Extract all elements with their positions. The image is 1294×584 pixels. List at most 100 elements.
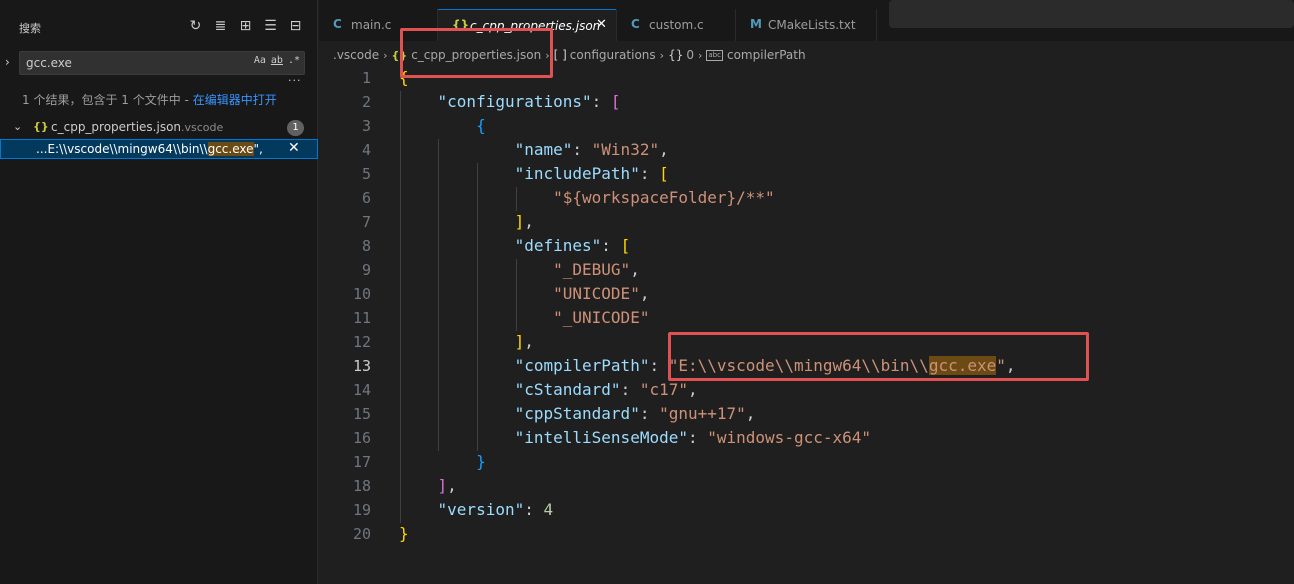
close-tab-icon[interactable]: ✕ [596, 17, 607, 32]
result-summary: 1 个结果，包含于 1 个文件中 - 在编辑器中打开 [22, 91, 277, 108]
new-search-editor-icon[interactable]: ⊞ [237, 17, 254, 34]
code-token: , [630, 260, 640, 279]
json-file-icon: {} [33, 120, 49, 133]
search-input[interactable] [26, 54, 226, 72]
array-icon: [ ] [553, 48, 567, 62]
breadcrumb-array[interactable]: configurations [570, 48, 656, 62]
code-line-content: "cppStandard": "gnu++17", [399, 404, 756, 423]
clear-results-icon[interactable]: ≣ [212, 17, 229, 34]
breadcrumb-object[interactable]: 0 [686, 48, 694, 62]
code-token: "windows-gcc-x64" [707, 428, 872, 447]
code-line[interactable]: 9 "_DEBUG", [319, 259, 1294, 283]
code-token: : [524, 500, 544, 519]
tab-label: custom.c [649, 18, 704, 32]
code-line-content: "includePath": [ [399, 164, 669, 183]
code-token: [ [659, 164, 669, 183]
code-line-content: "cStandard": "c17", [399, 380, 698, 399]
code-line[interactable]: 7 ], [319, 211, 1294, 235]
code-line[interactable]: 14 "cStandard": "c17", [319, 379, 1294, 403]
tab-custom-c[interactable]: C custom.c [617, 9, 735, 41]
search-details-toggle[interactable]: ··· [288, 74, 302, 87]
match-whole-word-icon[interactable]: ab [271, 55, 283, 66]
code-token: "name" [514, 140, 573, 159]
match-suffix: ", [253, 142, 263, 156]
code-line[interactable]: 16 "intelliSenseMode": "windows-gcc-x64" [319, 427, 1294, 451]
code-line[interactable]: 5 "includePath": [ [319, 163, 1294, 187]
code-token: "cStandard" [514, 380, 621, 399]
sidebar-header: 搜索 ↻ ≣ ⊞ ☰ ⊟ [0, 0, 318, 54]
chevron-down-icon[interactable]: ⌄ [13, 120, 22, 133]
line-number: 12 [352, 333, 371, 351]
code-line[interactable]: 4 "name": "Win32", [319, 139, 1294, 163]
code-token: "gnu++17" [659, 404, 746, 423]
code-line-content: ], [399, 212, 534, 231]
code-line[interactable]: 3 { [319, 115, 1294, 139]
code-line-content: "version": 4 [399, 500, 554, 519]
code-token: "UNICODE" [553, 284, 640, 303]
code-token: "cppStandard" [514, 404, 640, 423]
code-line[interactable]: 18 ], [319, 475, 1294, 499]
result-file-row[interactable]: ⌄ {} c_cpp_properties.json .vscode 1 [0, 117, 318, 139]
code-token: } [476, 452, 486, 471]
string-property-icon: abc [706, 49, 723, 61]
result-count-badge: 1 [287, 120, 304, 136]
toggle-replace-chevron-icon[interactable]: › [5, 55, 17, 71]
tab-cmakelists[interactable]: M CMakeLists.txt [736, 9, 876, 41]
code-line[interactable]: 2 "configurations": [ [319, 91, 1294, 115]
code-editor[interactable]: 1{2 "configurations": [3 {4 "name": "Win… [319, 67, 1294, 584]
code-token: "compilerPath" [514, 356, 650, 375]
breadcrumb-chevron-icon: › [383, 48, 388, 62]
code-line[interactable]: 17 } [319, 451, 1294, 475]
code-line-content: } [399, 452, 486, 471]
code-token: "defines" [514, 236, 602, 255]
search-box: Aa ab .* [19, 51, 305, 75]
code-line[interactable]: 11 "_UNICODE" [319, 307, 1294, 331]
code-token: : [687, 428, 708, 447]
result-file-name: c_cpp_properties.json [51, 120, 182, 134]
breadcrumb-folder[interactable]: .vscode [333, 48, 379, 62]
open-in-editor-link[interactable]: 在编辑器中打开 [193, 93, 277, 107]
code-token: "version" [437, 500, 525, 519]
line-number: 11 [352, 309, 371, 327]
code-line[interactable]: 10 "UNICODE", [319, 283, 1294, 307]
tab-label: CMakeLists.txt [768, 18, 856, 32]
code-line-content: ], [399, 332, 534, 351]
code-line[interactable]: 6 "${workspaceFolder}/**" [319, 187, 1294, 211]
tab-divider [876, 9, 877, 41]
match-highlight: gcc.exe [207, 142, 254, 156]
match-case-icon[interactable]: Aa [254, 55, 266, 66]
command-center[interactable] [889, 0, 1294, 28]
code-line-content: "_UNICODE" [399, 308, 649, 327]
code-line[interactable]: 15 "cppStandard": "gnu++17", [319, 403, 1294, 427]
code-line[interactable]: 8 "defines": [ [319, 235, 1294, 259]
view-as-list-icon[interactable]: ☰ [262, 17, 279, 34]
refresh-icon[interactable]: ↻ [187, 17, 204, 34]
dismiss-result-close-icon[interactable]: ✕ [288, 140, 300, 156]
breadcrumb-property[interactable]: compilerPath [727, 48, 806, 62]
breadcrumb-chevron-icon: › [659, 48, 665, 62]
result-match-row[interactable]: ...E:\\vscode\\mingw64\\bin\\gcc.exe", ✕ [0, 139, 318, 159]
line-number: 9 [361, 261, 371, 279]
code-token: { [476, 116, 486, 135]
line-number: 14 [352, 381, 371, 399]
code-line[interactable]: 19 "version": 4 [319, 499, 1294, 523]
code-token: , [447, 476, 457, 495]
search-options: Aa ab .* [254, 55, 300, 66]
code-token: [ [610, 92, 621, 111]
cmake-file-icon: M [750, 17, 762, 31]
use-regex-icon[interactable]: .* [288, 55, 300, 66]
code-line[interactable]: 20} [319, 523, 1294, 547]
collapse-all-icon[interactable]: ⊟ [287, 17, 304, 34]
